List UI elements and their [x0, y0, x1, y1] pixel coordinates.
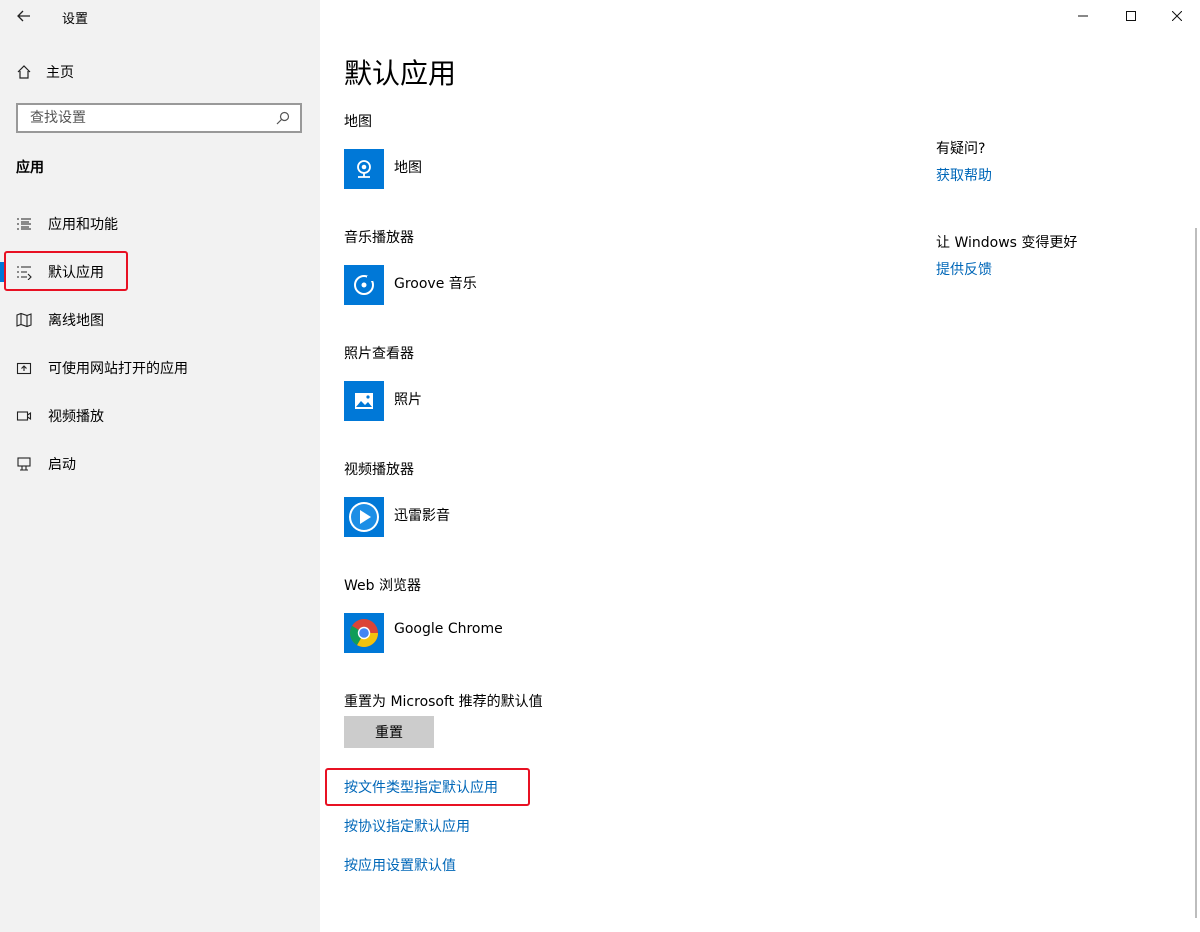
category-label-web-browser: Web 浏览器: [344, 578, 421, 594]
search-icon: [276, 111, 290, 125]
sidebar-item-video-playback[interactable]: 视频播放: [0, 396, 320, 436]
category-label-music: 音乐播放器: [344, 230, 414, 246]
sidebar-item-default-apps[interactable]: 默认应用: [0, 252, 320, 292]
app-name: Google Chrome: [394, 621, 503, 637]
page-title: 默认应用: [344, 57, 457, 90]
default-app-video-player[interactable]: 迅雷影音: [344, 497, 450, 537]
photos-app-icon: [344, 381, 384, 421]
apps-for-websites-icon: [16, 360, 32, 376]
sidebar-item-label: 默认应用: [48, 265, 104, 281]
minimize-button[interactable]: [1060, 0, 1106, 32]
scrollbar[interactable]: [1195, 228, 1197, 918]
reset-label: 重置为 Microsoft 推荐的默认值: [344, 694, 543, 710]
default-app-web-browser[interactable]: Google Chrome: [344, 613, 503, 653]
sidebar-item-apps-features[interactable]: 应用和功能: [0, 204, 320, 244]
maps-app-icon: [344, 149, 384, 189]
default-app-maps[interactable]: 地图: [344, 149, 422, 189]
sidebar-item-offline-maps[interactable]: 离线地图: [0, 300, 320, 340]
reset-button[interactable]: 重置: [344, 716, 434, 748]
window-title: 设置: [62, 12, 89, 27]
search-box[interactable]: [16, 103, 302, 133]
sidebar: 设置 主页 应用 应用和功能 默认应用 离线地图 可使用网站打开的应用: [0, 0, 320, 932]
category-label-maps: 地图: [344, 114, 372, 130]
improve-windows-heading: 让 Windows 变得更好: [936, 235, 1078, 251]
home-icon: [17, 65, 31, 79]
minimize-icon: [1078, 15, 1088, 17]
link-app-defaults[interactable]: 按应用设置默认值: [344, 855, 456, 875]
link-protocol-defaults[interactable]: 按协议指定默认应用: [344, 816, 470, 836]
section-label: 应用: [16, 160, 44, 176]
sidebar-item-home[interactable]: 主页: [16, 62, 74, 82]
xunlei-player-icon: [344, 497, 384, 537]
app-name: 迅雷影音: [394, 508, 450, 524]
startup-icon: [16, 456, 32, 472]
back-button[interactable]: [8, 0, 40, 32]
link-file-type-defaults[interactable]: 按文件类型指定默认应用: [344, 777, 498, 797]
sidebar-item-label: 应用和功能: [48, 217, 118, 233]
home-label: 主页: [46, 65, 74, 81]
app-name: Groove 音乐: [394, 276, 477, 292]
sidebar-item-apps-for-websites[interactable]: 可使用网站打开的应用: [0, 348, 320, 388]
app-name: 照片: [394, 392, 422, 408]
offline-maps-icon: [16, 312, 32, 328]
arrow-left-icon: [17, 10, 30, 22]
help-question-heading: 有疑问?: [936, 141, 986, 157]
default-apps-icon: [16, 264, 32, 280]
sidebar-item-label: 可使用网站打开的应用: [48, 361, 188, 377]
close-button[interactable]: [1154, 0, 1200, 32]
maximize-icon: [1126, 11, 1136, 21]
apps-features-icon: [16, 216, 32, 232]
category-label-video-player: 视频播放器: [344, 462, 414, 478]
default-app-music[interactable]: Groove 音乐: [344, 265, 477, 305]
default-app-photo-viewer[interactable]: 照片: [344, 381, 422, 421]
sidebar-item-label: 视频播放: [48, 409, 104, 425]
search-input[interactable]: [28, 109, 276, 127]
video-playback-icon: [16, 408, 32, 424]
get-help-link[interactable]: 获取帮助: [936, 165, 992, 185]
feedback-link[interactable]: 提供反馈: [936, 259, 992, 279]
maximize-button[interactable]: [1108, 0, 1154, 32]
category-label-photo-viewer: 照片查看器: [344, 346, 414, 362]
sidebar-item-label: 启动: [48, 457, 76, 473]
app-name: 地图: [394, 160, 422, 176]
sidebar-item-label: 离线地图: [48, 313, 104, 329]
sidebar-item-startup[interactable]: 启动: [0, 444, 320, 484]
chrome-icon: [344, 613, 384, 653]
main-content: 默认应用 地图 地图 音乐播放器 Groove 音乐 照片查看器 照片 视频播放…: [320, 0, 1200, 932]
groove-music-icon: [344, 265, 384, 305]
close-icon: [1172, 11, 1182, 21]
